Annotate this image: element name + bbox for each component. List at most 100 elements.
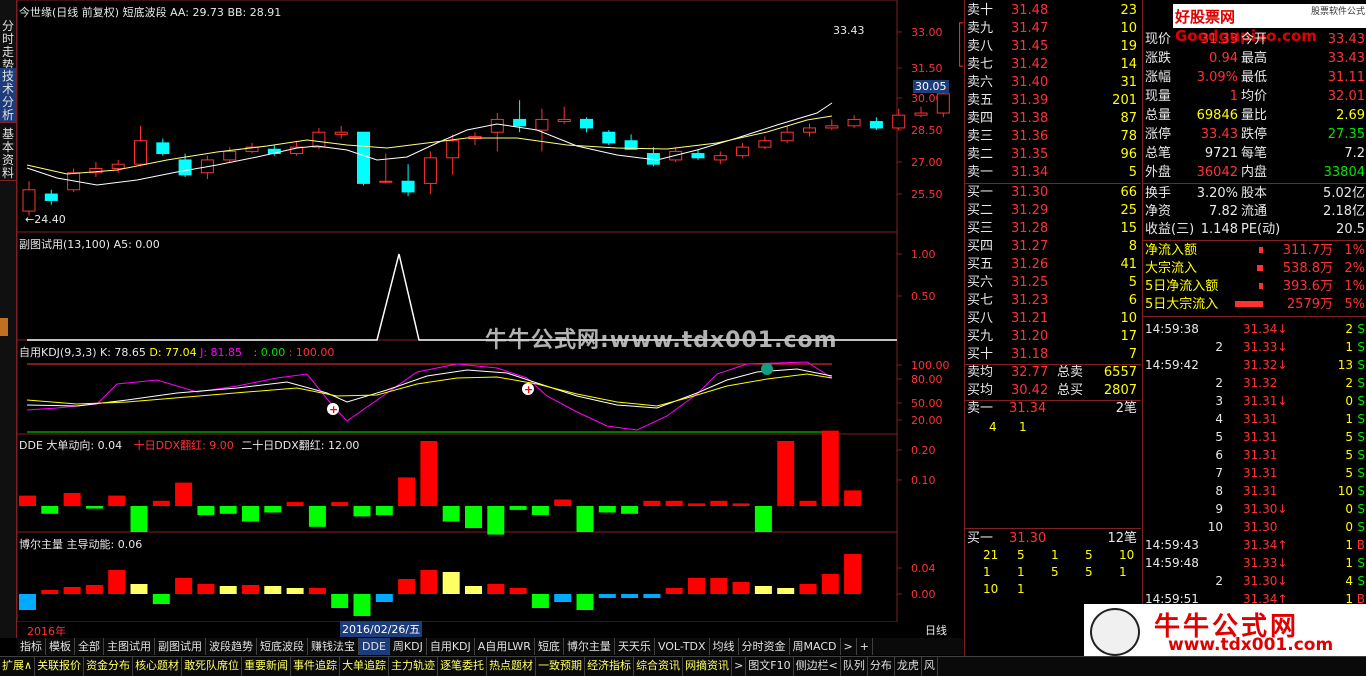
quote-row: 外盘 36042 内盘 33804 [1145,165,1365,180]
dde-bar [108,495,126,506]
bottom-tab[interactable]: 分布 [868,657,895,676]
bottom-tab[interactable]: 图文F10 [746,657,794,676]
ask-row: 卖八 31.45 19 [967,39,1137,54]
collapse-arrow-icon[interactable] [0,318,8,336]
indicator-tab[interactable]: DDE [359,638,390,655]
dde-bar [420,441,438,506]
bottom-tab[interactable]: 综合资讯 [634,657,684,676]
candle-body [44,193,58,201]
bid-row: 买八 31.21 10 [967,311,1137,326]
indicator-tab[interactable]: 赚钱法宝 [308,638,359,655]
bottom-tab[interactable]: 队列 [841,657,868,676]
bottom-tab[interactable]: 资金分布 [84,657,134,676]
flow-bar [1259,283,1263,289]
quote-row: 收益(三) 1.148 PE(动) 20.5 [1145,222,1365,237]
indicator-tab[interactable]: 指标 [17,638,46,655]
main-chart-title: 今世缘(日线 前复权) 短底波段 AA: 29.73 BB: 28.91 [19,4,281,20]
y-tick-label: 0.20 [911,444,936,457]
quote-row: 现价 31.33 今开 33.43 [1145,32,1365,47]
y-tick-label: 28.50 [911,124,943,137]
boll-bar [85,585,103,594]
indicator-tab[interactable]: 天天乐 [615,638,655,655]
dde-bar [197,506,215,516]
tick-row: 14:59:38 31.34↓ 2 S [1145,322,1365,336]
tick-row: 10 31.30 0 S [1207,520,1365,534]
ask-queue-items: 41 [989,420,1027,434]
bottom-tab[interactable]: 事件追踪 [291,657,341,676]
ad-banner[interactable]: 牛牛公式网 www.tdx001.com [1084,604,1366,656]
boll-bar [130,584,148,594]
bottom-tab[interactable]: 主力轨迹 [389,657,439,676]
kdj-d-line [26,373,833,407]
bottom-tab[interactable]: 敢死队席位 [182,657,243,676]
bid-row: 买四 31.27 8 [967,239,1137,254]
tick-row: 14:59:43 31.34↑ 1 B [1145,538,1365,552]
indicator-tab[interactable]: 副图试用 [155,638,206,655]
bottom-tab[interactable]: 热点题材 [487,657,537,676]
dde-bar [821,430,839,506]
bid-row: 买七 31.23 6 [967,293,1137,308]
period-label[interactable]: 日线 [925,622,947,638]
candle-body [490,118,504,133]
kdj-j-line [26,361,833,431]
dde-bar [710,500,728,506]
boll-bar [242,585,259,594]
indicator-tab[interactable]: 博尔主量 [564,638,615,655]
bid-row: 买九 31.20 17 [967,329,1137,344]
indicator-tab[interactable]: 周KDJ [390,638,427,655]
boll-bar [375,594,393,602]
bottom-tab[interactable]: 风 [922,657,938,676]
indicator-tab[interactable]: 自用KDJ [427,638,475,655]
tick-row: 3 31.31↓ 0 S [1215,394,1365,408]
tab-intraday[interactable]: 分时走势 [0,18,16,72]
flow-row: 净流入额 311.7万 1% [1145,243,1365,258]
tab-fundamentals[interactable]: 基本资料 [0,126,16,181]
dde-bar [576,506,594,532]
ask-row: 卖七 31.42 14 [967,57,1137,72]
candle-body [401,180,415,193]
dde-bar [19,495,36,506]
bottom-tab[interactable]: 关联报价 [35,657,85,676]
bottom-tab[interactable]: 侧边栏< [794,657,841,676]
bottom-tab[interactable]: 核心题材 [133,657,183,676]
indicator-tab[interactable]: 波段趋势 [206,638,257,655]
indicator-tab[interactable]: VOL-TDX [655,638,710,655]
bottom-tab[interactable]: 大单追踪 [340,657,390,676]
indicator-tab[interactable]: 主图试用 [104,638,155,655]
tick-row: 2 31.30↓ 4 S [1215,574,1365,588]
ask-row: 卖四 31.38 87 [967,111,1137,126]
indicator-tab[interactable]: + [857,638,873,655]
indicator-tab[interactable]: > [841,638,857,655]
bottom-tab[interactable]: 逐笔委托 [438,657,488,676]
tab-technical[interactable]: 技术分析 [0,68,16,123]
candle-body [557,118,571,123]
tick-row: 2 31.33↓ 1 S [1215,340,1365,354]
flow-bar [1235,301,1263,307]
bottom-tab[interactable]: 扩展∧ [0,657,36,676]
dde-bar [286,502,304,506]
indicator-tab[interactable]: 全部 [75,638,104,655]
flow-bar [1259,247,1263,253]
avg-ask-row: 卖均 32.77 总卖 6557 [967,365,1137,380]
indicator-tab[interactable]: 短底波段 [257,638,308,655]
candle-body [111,163,125,169]
indicator-tab[interactable]: 均线 [710,638,739,655]
indicator-tab[interactable]: 模板 [46,638,75,655]
bottom-tab[interactable]: 龙虎 [895,657,922,676]
candle-body [446,140,460,159]
chart-area[interactable]: 33.00 31.50 30.00 28.50 27.00 25.50 1.00 0.50 10… [17,0,963,638]
kdj-k-line [26,368,833,409]
bottom-tab[interactable]: 一致预期 [536,657,586,676]
indicator-tab[interactable]: 分时资金 [739,638,790,655]
bottom-tab[interactable]: > [732,657,747,676]
bottom-tab[interactable]: 经济指标 [585,657,635,676]
indicator-tab[interactable]: A自用LWR [475,638,535,655]
candle-body [713,155,727,161]
indicator-tab[interactable]: 周MACD [790,638,841,655]
left-tab-strip: 分时走势 技术分析 基本资料 [0,0,17,638]
indicator-tab[interactable]: 短底 [535,638,564,655]
boll-bar [108,570,126,594]
bottom-tab[interactable]: 重要新闻 [242,657,292,676]
bottom-tab[interactable]: 网摘资讯 [683,657,733,676]
dde-bar [598,506,616,513]
